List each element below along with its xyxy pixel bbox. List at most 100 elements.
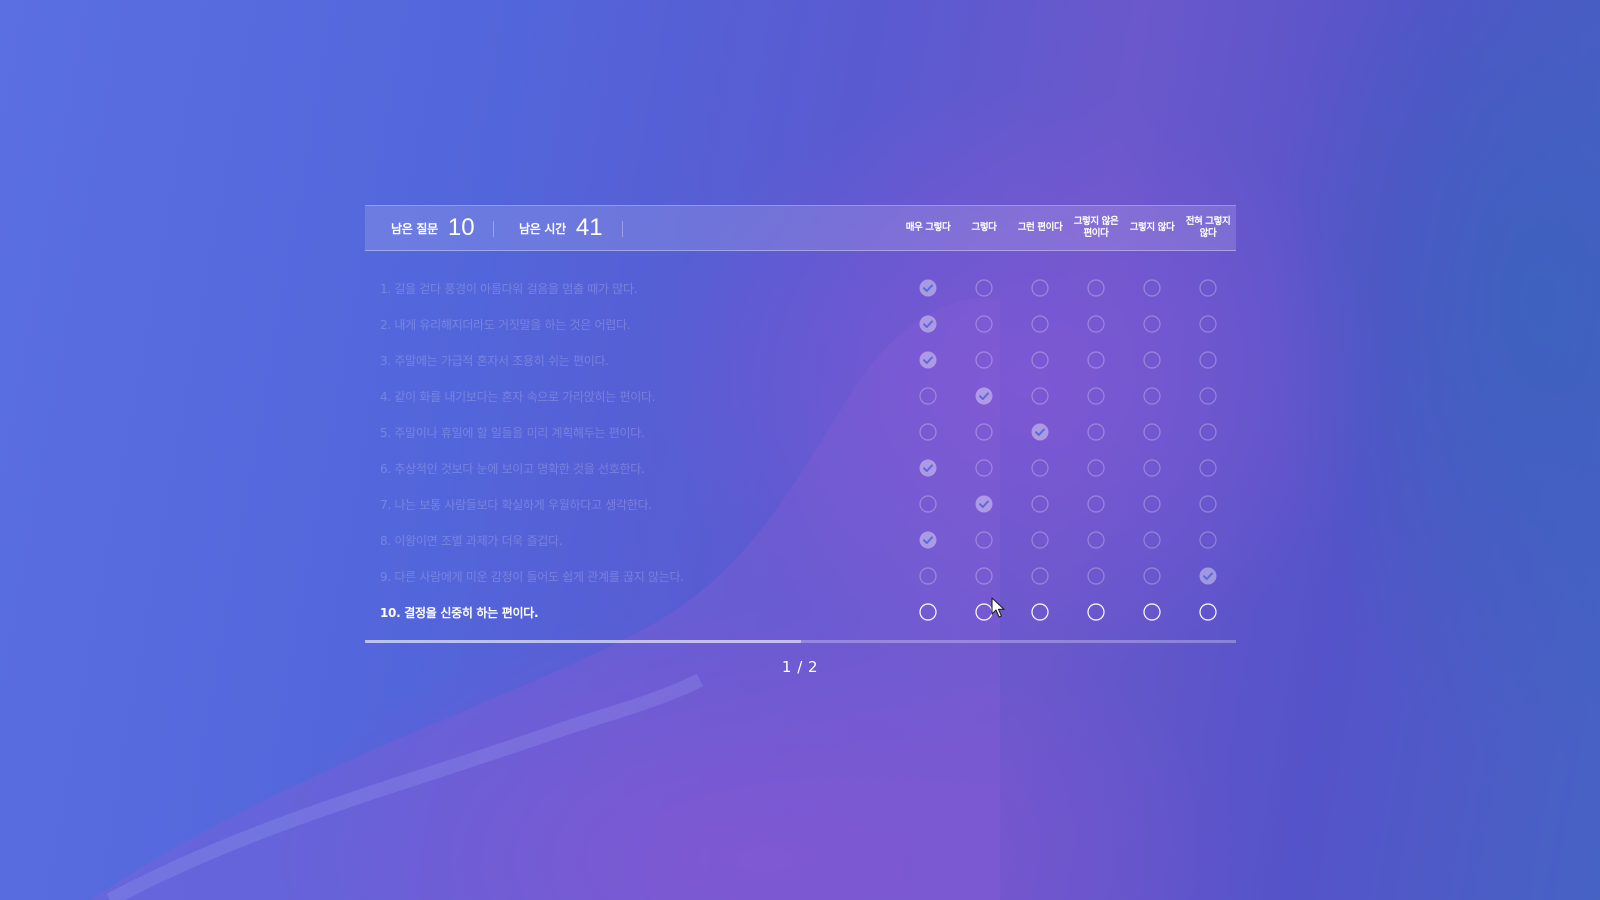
answer-option-selected[interactable] bbox=[1199, 567, 1217, 585]
radio-circle-icon bbox=[919, 603, 937, 621]
answer-option-selected[interactable] bbox=[919, 351, 937, 369]
answer-option[interactable] bbox=[1143, 279, 1161, 297]
question-row: 4. 같이 화를 내기보다는 혼자 속으로 가라앉히는 편이다. bbox=[365, 378, 1236, 414]
radio-circle-icon bbox=[1031, 279, 1049, 297]
question-text: 2. 내게 유리해지더라도 거짓말을 하는 것은 어렵다. bbox=[380, 318, 631, 332]
answer-option[interactable] bbox=[1087, 459, 1105, 477]
answer-option[interactable] bbox=[1143, 567, 1161, 585]
answer-option[interactable] bbox=[1199, 531, 1217, 549]
answer-option[interactable] bbox=[1087, 351, 1105, 369]
radio-circle-icon bbox=[1143, 351, 1161, 369]
answer-option[interactable] bbox=[1087, 603, 1105, 621]
radio-circle-icon bbox=[975, 315, 993, 333]
check-circle-icon bbox=[1199, 567, 1217, 585]
answer-option[interactable] bbox=[1143, 531, 1161, 549]
answer-option[interactable] bbox=[1087, 567, 1105, 585]
radio-circle-icon bbox=[1199, 315, 1217, 333]
answer-option[interactable] bbox=[1199, 459, 1217, 477]
question-row: 2. 내게 유리해지더라도 거짓말을 하는 것은 어렵다. bbox=[365, 306, 1236, 342]
radio-circle-icon bbox=[1199, 351, 1217, 369]
answer-option[interactable] bbox=[1031, 495, 1049, 513]
radio-circle-icon bbox=[1087, 603, 1105, 621]
answer-option[interactable] bbox=[975, 567, 993, 585]
radio-circle-icon bbox=[1031, 603, 1049, 621]
answer-option[interactable] bbox=[1143, 459, 1161, 477]
answer-option[interactable] bbox=[1199, 495, 1217, 513]
radio-circle-icon bbox=[1087, 567, 1105, 585]
answer-option[interactable] bbox=[1143, 315, 1161, 333]
radio-circle-icon bbox=[1031, 531, 1049, 549]
progress-bar bbox=[365, 640, 1236, 643]
answer-option[interactable] bbox=[1087, 423, 1105, 441]
question-row: 6. 추상적인 것보다 눈에 보이고 명확한 것을 선호한다. bbox=[365, 450, 1236, 486]
answer-option[interactable] bbox=[1143, 495, 1161, 513]
answer-option[interactable] bbox=[919, 603, 937, 621]
answer-option[interactable] bbox=[1087, 315, 1105, 333]
radio-circle-icon bbox=[1143, 531, 1161, 549]
answer-option[interactable] bbox=[975, 279, 993, 297]
answer-option-selected[interactable] bbox=[919, 315, 937, 333]
check-circle-icon bbox=[975, 495, 993, 513]
answer-option[interactable] bbox=[1087, 279, 1105, 297]
radio-circle-icon bbox=[1143, 495, 1161, 513]
answer-option[interactable] bbox=[975, 315, 993, 333]
answer-option-selected[interactable] bbox=[919, 279, 937, 297]
answer-option[interactable] bbox=[1031, 315, 1049, 333]
answer-option[interactable] bbox=[1087, 531, 1105, 549]
answer-option[interactable] bbox=[1199, 603, 1217, 621]
radio-circle-icon bbox=[1143, 423, 1161, 441]
answer-option-selected[interactable] bbox=[919, 531, 937, 549]
answer-option[interactable] bbox=[1031, 459, 1049, 477]
answer-option[interactable] bbox=[1199, 279, 1217, 297]
radio-circle-icon bbox=[1031, 567, 1049, 585]
radio-circle-icon bbox=[1087, 459, 1105, 477]
answer-option-selected[interactable] bbox=[1031, 423, 1049, 441]
answer-option[interactable] bbox=[1031, 531, 1049, 549]
answer-option[interactable] bbox=[975, 423, 993, 441]
column-header-agree: 그렇다 bbox=[971, 222, 997, 233]
answer-option[interactable] bbox=[1199, 423, 1217, 441]
answer-option[interactable] bbox=[1199, 351, 1217, 369]
answer-option[interactable] bbox=[1031, 387, 1049, 405]
remaining-questions: 남은 질문 10 bbox=[391, 206, 475, 250]
answer-option[interactable] bbox=[1143, 387, 1161, 405]
radio-circle-icon bbox=[1087, 495, 1105, 513]
question-text: 1. 길을 걷다 풍경이 아름다워 걸음을 멈출 때가 많다. bbox=[380, 282, 638, 296]
answer-option[interactable] bbox=[1199, 387, 1217, 405]
question-text: 5. 주말이나 휴일에 할 일들을 미리 계획해두는 편이다. bbox=[380, 426, 645, 440]
answer-option[interactable] bbox=[1031, 279, 1049, 297]
answer-option[interactable] bbox=[919, 423, 937, 441]
answer-option[interactable] bbox=[1031, 603, 1049, 621]
question-text: 6. 추상적인 것보다 눈에 보이고 명확한 것을 선호한다. bbox=[380, 462, 645, 476]
answer-option[interactable] bbox=[975, 531, 993, 549]
answer-option[interactable] bbox=[1087, 387, 1105, 405]
answer-option[interactable] bbox=[1031, 567, 1049, 585]
answer-option[interactable] bbox=[1031, 351, 1049, 369]
page-indicator: 1 / 2 bbox=[781, 658, 819, 676]
column-header-disagree: 그렇지 않다 bbox=[1129, 222, 1175, 233]
radio-circle-icon bbox=[1143, 567, 1161, 585]
remaining-time-value: 41 bbox=[575, 214, 603, 241]
answer-option[interactable] bbox=[919, 567, 937, 585]
answer-option-selected[interactable] bbox=[975, 495, 993, 513]
radio-circle-icon bbox=[1031, 459, 1049, 477]
question-text: 3. 주말에는 가급적 혼자서 조용히 쉬는 편이다. bbox=[380, 354, 609, 368]
radio-circle-icon bbox=[1031, 387, 1049, 405]
answer-option[interactable] bbox=[1199, 315, 1217, 333]
answer-option[interactable] bbox=[1143, 351, 1161, 369]
answer-option[interactable] bbox=[919, 495, 937, 513]
column-header-strongly-disagree: 전혀 그렇지 않다 bbox=[1185, 216, 1231, 239]
remaining-questions-value: 10 bbox=[447, 214, 475, 241]
header-divider bbox=[622, 221, 623, 237]
answer-option[interactable] bbox=[975, 351, 993, 369]
question-text: 10. 결정을 신중히 하는 편이다. bbox=[380, 606, 539, 620]
answer-option[interactable] bbox=[1143, 423, 1161, 441]
answer-option-selected[interactable] bbox=[919, 459, 937, 477]
answer-option-selected[interactable] bbox=[975, 387, 993, 405]
header-divider bbox=[493, 221, 494, 237]
answer-option[interactable] bbox=[975, 459, 993, 477]
answer-option[interactable] bbox=[1087, 495, 1105, 513]
answer-option[interactable] bbox=[919, 387, 937, 405]
radio-circle-icon bbox=[1143, 315, 1161, 333]
answer-option[interactable] bbox=[1143, 603, 1161, 621]
